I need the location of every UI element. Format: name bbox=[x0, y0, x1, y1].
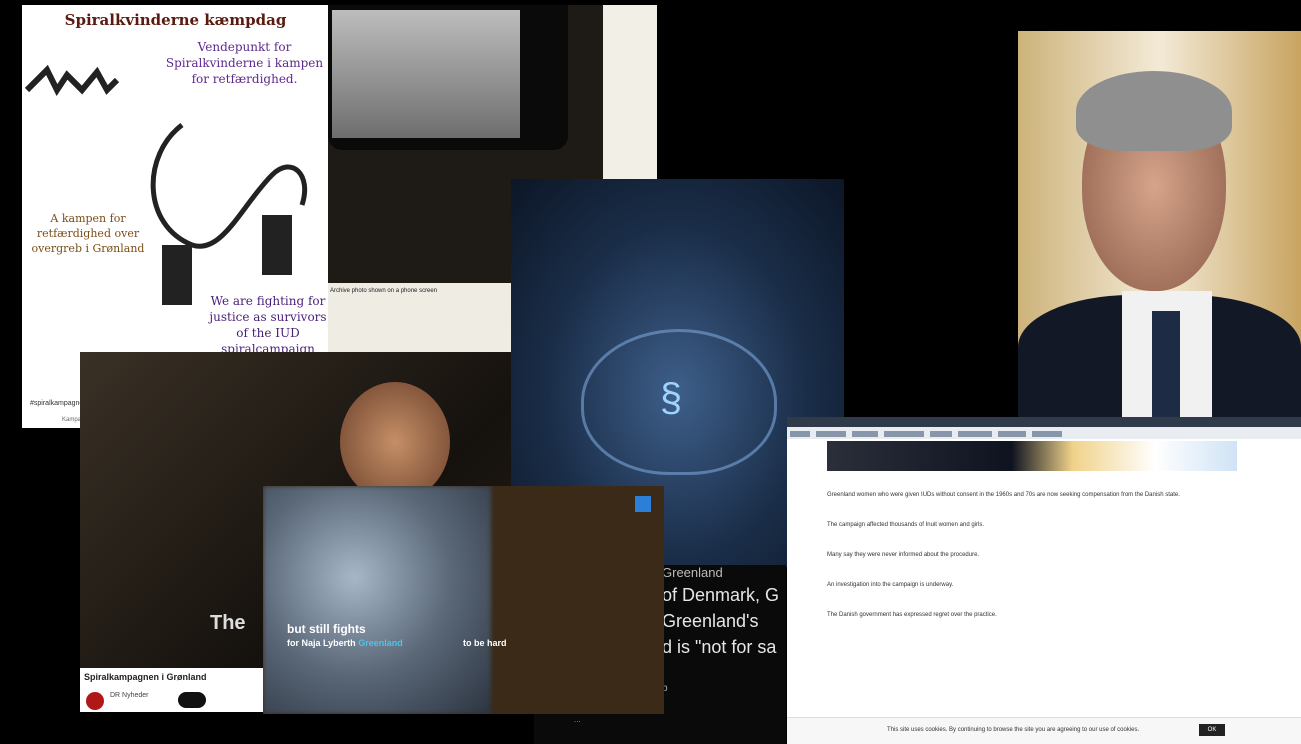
woman-face bbox=[340, 382, 450, 502]
video-call-person bbox=[1018, 31, 1301, 425]
cookie-banner: This site uses cookies. By continuing to… bbox=[787, 717, 1301, 744]
article-paragraph-1: Greenland women who were given IUDs with… bbox=[827, 492, 1180, 498]
news-caption: ... bbox=[574, 715, 581, 724]
subtitle-line-2: for Naja Lyberth Greenland bbox=[287, 638, 403, 648]
app-logo-icon bbox=[635, 496, 651, 512]
article-paragraph-4: An investigation into the campaign is un… bbox=[827, 582, 954, 588]
blurred-video: but still fights for Naja Lyberth Greenl… bbox=[263, 486, 664, 714]
hair bbox=[1076, 71, 1232, 151]
article-paragraph-3: Many say they were never informed about … bbox=[827, 552, 980, 558]
browser-screenshot: Greenland women who were given IUDs with… bbox=[787, 417, 1301, 744]
video-overlay-text: The bbox=[210, 612, 246, 634]
news-line-2: Greenland's bbox=[662, 611, 759, 631]
source-logo-icon bbox=[86, 692, 104, 710]
browser-tab-bar[interactable] bbox=[787, 417, 1301, 427]
news-line-3: d is "not for sa bbox=[662, 637, 777, 657]
news-line-0: Greenland bbox=[662, 565, 723, 580]
cookie-text: This site uses cookies. By continuing to… bbox=[887, 727, 1140, 733]
subtitle-line-2-text: for Naja Lyberth bbox=[287, 638, 356, 648]
blurred-figure bbox=[263, 486, 491, 714]
poster-title: Spiralkvinderne kæmpdag bbox=[64, 11, 287, 29]
news-line-1: of Denmark, G bbox=[662, 585, 780, 605]
phone-frame bbox=[328, 5, 568, 150]
cookie-accept-button[interactable]: OK bbox=[1199, 724, 1225, 736]
poster-purple-text: Vendepunkt for Spiralkvinderne i kampen … bbox=[165, 40, 324, 86]
tie bbox=[1152, 311, 1180, 425]
source-name: DR Nyheder bbox=[110, 692, 149, 699]
article-image bbox=[827, 441, 1237, 471]
poster-brown-text: A kampen for retfærdighed over overgreb … bbox=[31, 212, 145, 255]
subtitle-line-3: to be hard bbox=[463, 638, 507, 648]
phone-screen bbox=[332, 10, 520, 138]
subtitle-line-1: but still fights bbox=[287, 622, 366, 636]
iud-coil-icon: § bbox=[659, 379, 684, 424]
bookmarks-bar[interactable] bbox=[787, 427, 1301, 439]
subtitle-highlight: Greenland bbox=[358, 638, 403, 648]
article-paragraph-2: The campaign affected thousands of Inuit… bbox=[827, 522, 984, 528]
article-headline[interactable]: Spiralkampagnen i Grønland bbox=[84, 672, 264, 682]
article-paragraph-5: The Danish government has expressed regr… bbox=[827, 612, 997, 618]
more-button[interactable] bbox=[178, 692, 206, 708]
